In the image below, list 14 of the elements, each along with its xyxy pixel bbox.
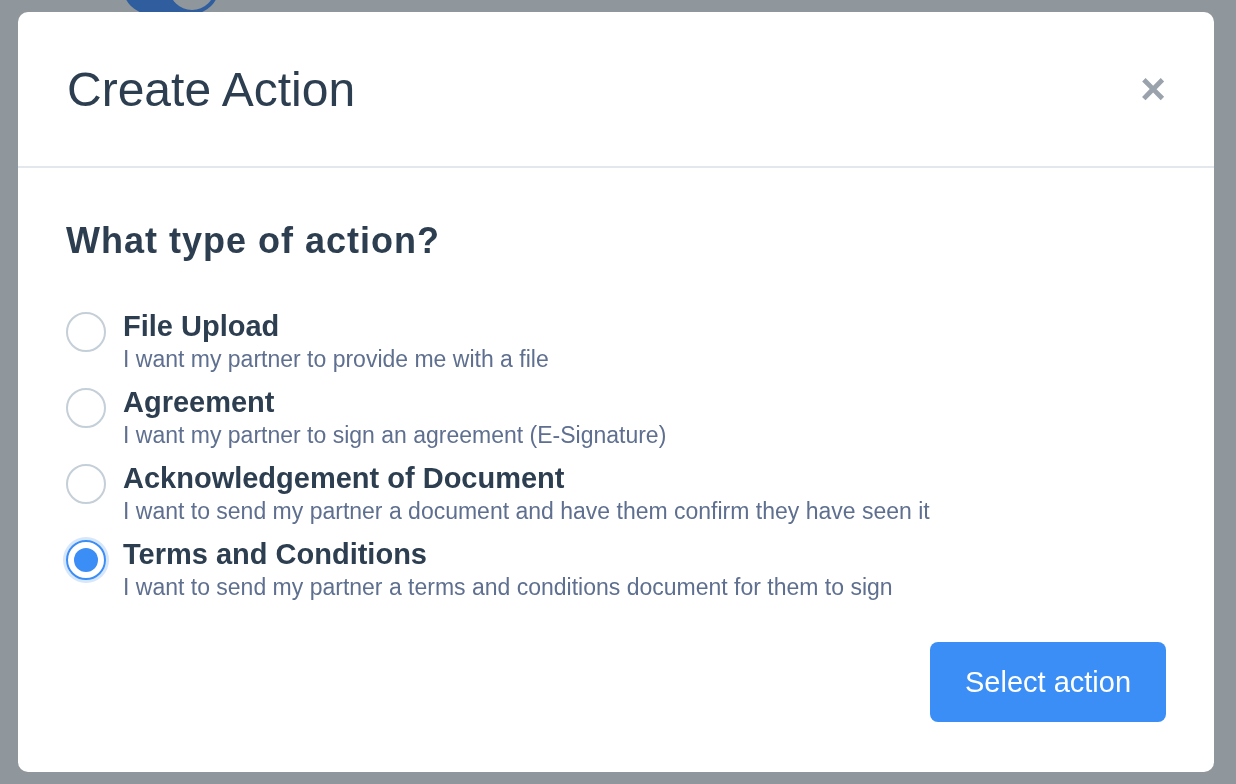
dialog-title: Create Action [67,61,356,117]
option-label[interactable]: File Upload [123,308,549,344]
radio-button[interactable] [66,464,106,504]
question-heading: What type of action? [66,220,441,262]
option-description: I want to send my partner a document and have them confirm they have seen it [123,497,930,526]
radio-button[interactable] [66,388,106,428]
option-label[interactable]: Terms and Conditions [123,536,893,572]
radio-button[interactable] [66,540,106,580]
option-description: I want to send my partner a terms and conditions document for them to sign [123,573,893,602]
radio-button[interactable] [66,312,106,352]
option-description: I want my partner to provide me with a file [123,345,549,374]
option-description: I want my partner to sign an agreement (E-Signature) [123,421,667,450]
option-label[interactable]: Agreement [123,384,667,420]
option-label[interactable]: Acknowledgement of Document [123,460,930,496]
